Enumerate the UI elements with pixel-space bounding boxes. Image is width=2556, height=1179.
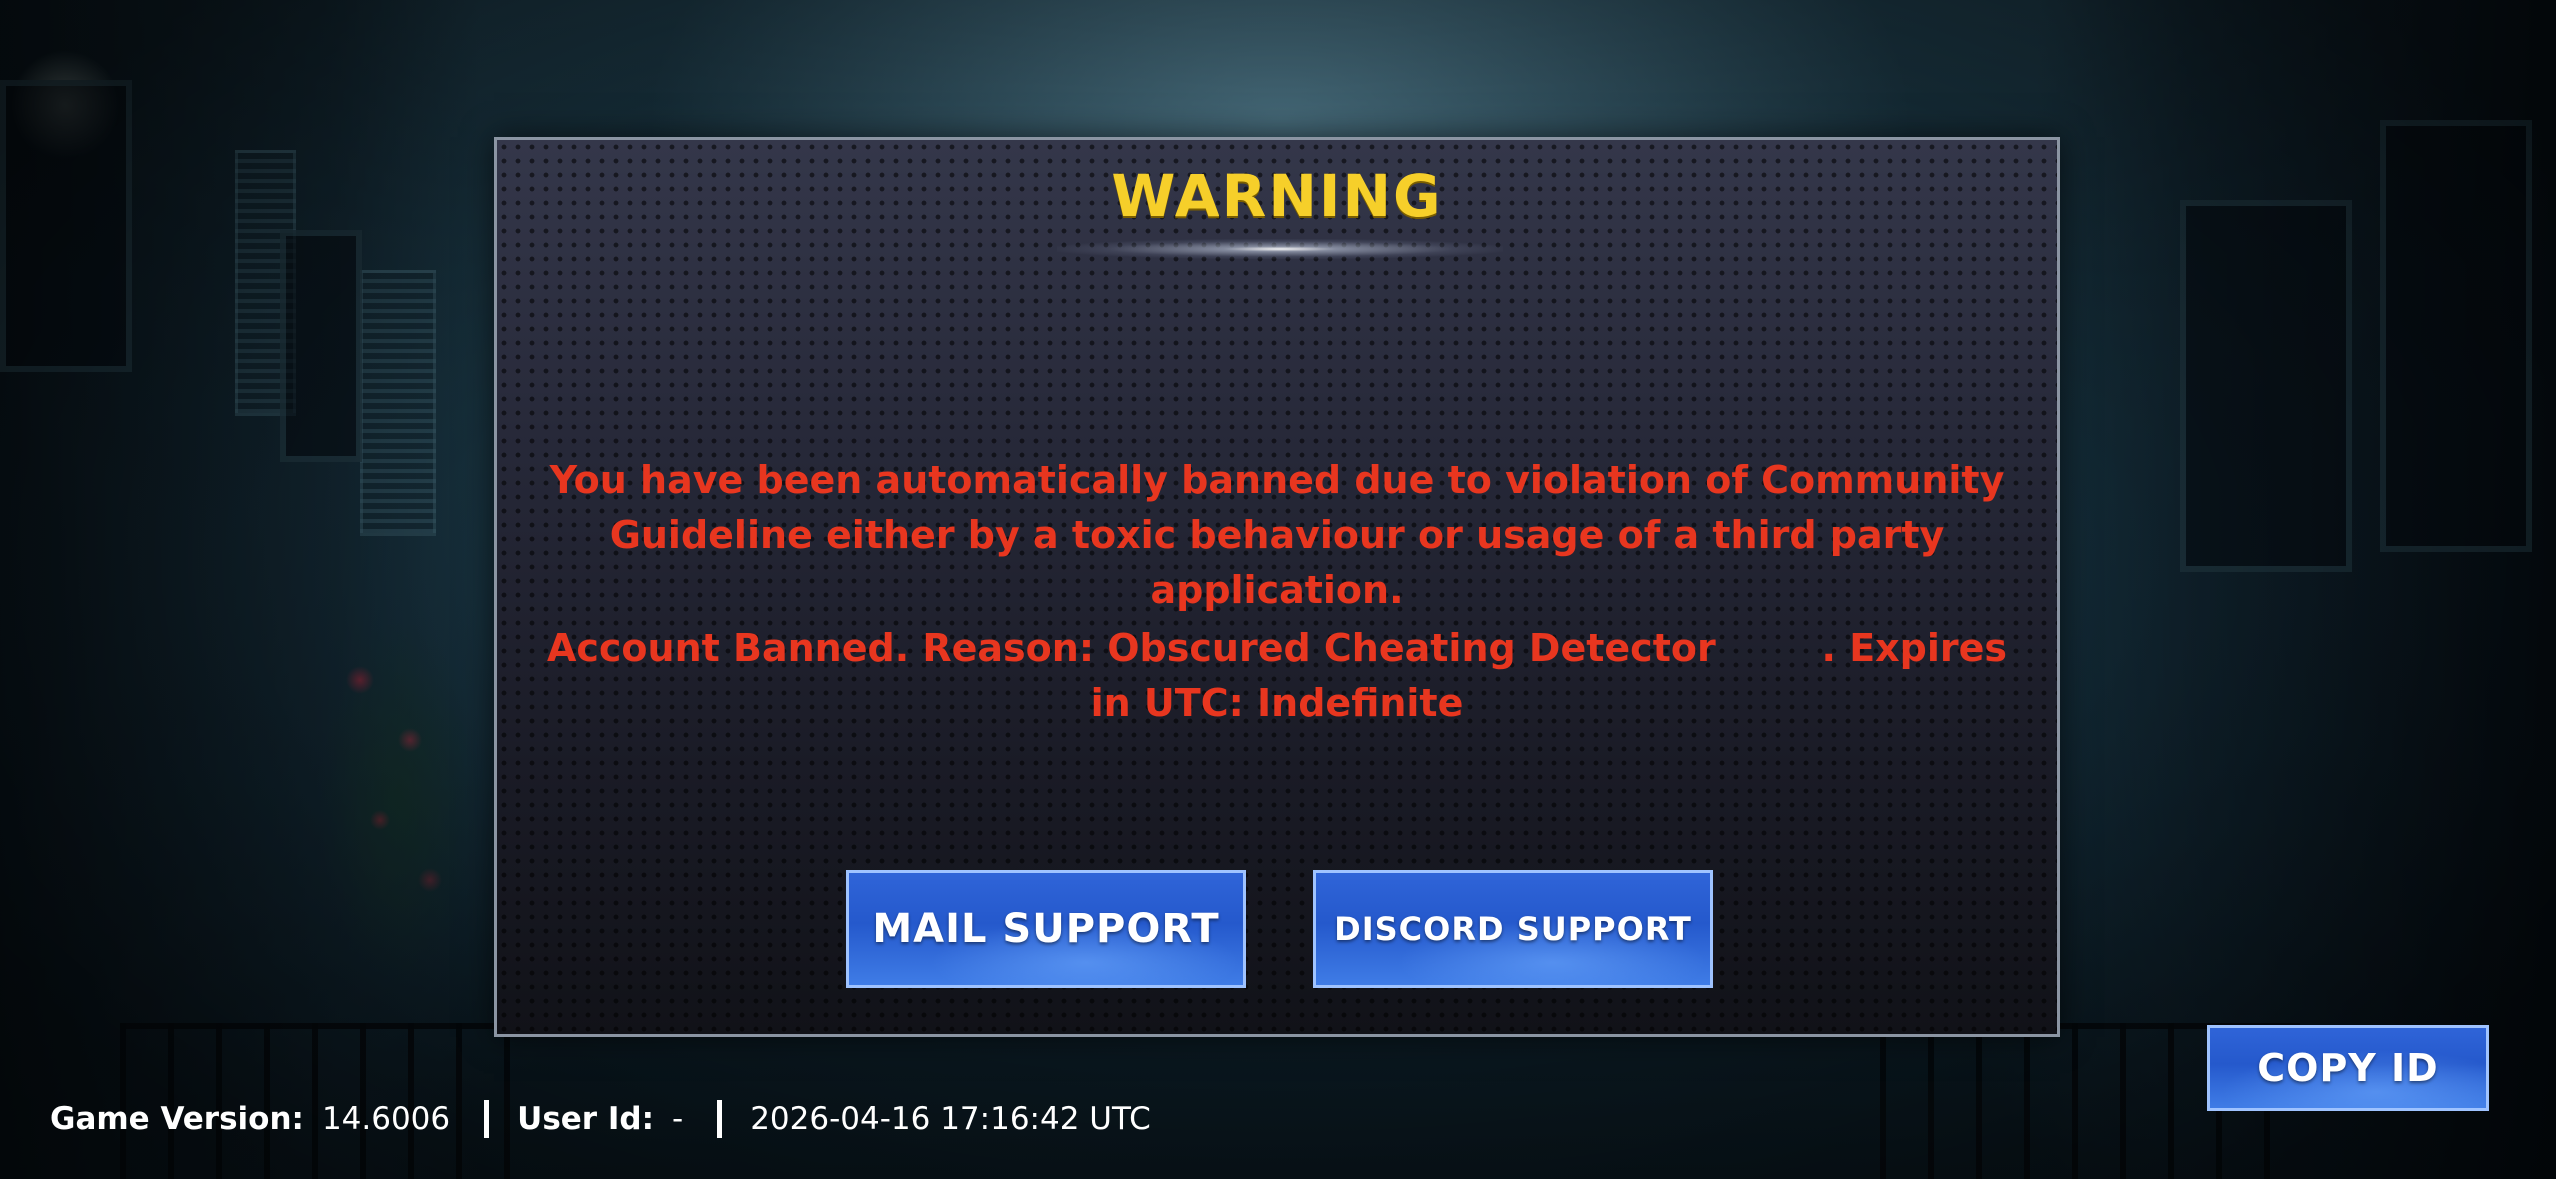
mail-support-button[interactable]: MAIL SUPPORT	[846, 870, 1246, 988]
ban-warning-dialog: WARNING You have been automatically bann…	[494, 137, 2060, 1037]
dialog-title: WARNING	[1111, 162, 1443, 230]
ban-reason: Account Banned. Reason: Obscured Cheatin…	[546, 626, 2021, 725]
timestamp: 2026-04-16 17:16:42 UTC	[750, 1101, 1151, 1137]
game-version-value: 14.6006	[321, 1101, 451, 1137]
user-id-value: -	[672, 1101, 684, 1137]
title-underline-glow	[1057, 239, 1503, 259]
game-version-label: Game Version:	[50, 1101, 304, 1137]
footer-divider	[717, 1100, 723, 1138]
discord-support-button[interactable]: DISCORD SUPPORT	[1313, 870, 1713, 988]
footer-divider	[484, 1100, 490, 1138]
user-id-label: User Id:	[517, 1101, 654, 1137]
copy-id-button[interactable]: COPY ID	[2207, 1025, 2489, 1111]
status-footer: Game Version: 14.6006 User Id: - 2026-04…	[50, 1095, 1151, 1143]
ban-message: You have been automatically banned due t…	[549, 458, 2005, 612]
